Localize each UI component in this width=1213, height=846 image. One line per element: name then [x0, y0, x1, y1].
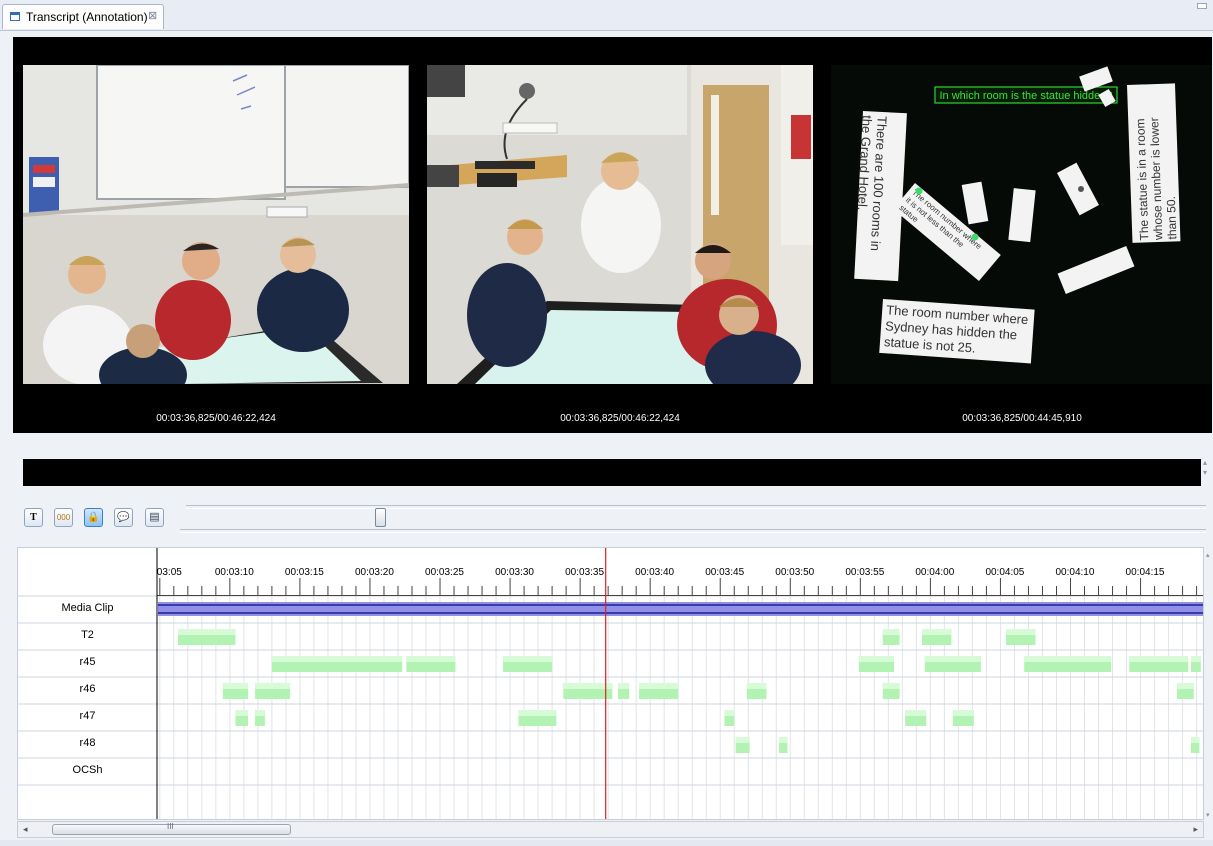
window-icon	[10, 12, 20, 21]
annotation-segment-highlight	[406, 656, 456, 662]
ruler-time-label: 00:03:25	[425, 567, 464, 578]
ruler-time-label: 00:03:15	[285, 567, 324, 578]
counter-icon: 000	[56, 513, 71, 522]
lock-icon: 🔒	[87, 512, 100, 523]
editor-tab-bar: Transcript (Annotation) ⊠	[0, 0, 1213, 31]
annotation-segment-highlight	[921, 629, 952, 635]
counter-button[interactable]: 000	[54, 508, 73, 527]
annotation-segment-highlight	[724, 710, 735, 716]
minimize-view-button[interactable]	[1197, 3, 1207, 9]
tier-label-r46[interactable]: r46	[18, 683, 157, 695]
annotation-segment-highlight	[1190, 656, 1201, 662]
window-bottom-edge	[0, 840, 1213, 846]
scroll-left-arrow-icon[interactable]: ◂	[23, 824, 28, 835]
zoom-slider-thumb[interactable]	[374, 508, 386, 527]
ruler-time-label: 00:04:15	[1126, 567, 1165, 578]
classroom-scene-1	[23, 65, 409, 384]
scroll-right-arrow-icon[interactable]: ▸	[1193, 824, 1198, 835]
tier-label-r47[interactable]: r47	[18, 710, 157, 722]
video-frame-2[interactable]	[427, 65, 813, 384]
tier-label-r45[interactable]: r45	[18, 656, 157, 668]
classroom-scene-2	[427, 65, 813, 384]
timeline-scroll-down-icon[interactable]: ▾	[1206, 811, 1210, 819]
ruler-time-label: 00:04:05	[985, 567, 1024, 578]
ruler-time-label: 00:03:55	[845, 567, 884, 578]
annotation-segment-highlight	[882, 629, 900, 635]
annotation-segment-highlight	[271, 656, 403, 662]
annotation-segment-highlight	[1176, 683, 1194, 689]
annotation-segment-highlight	[638, 683, 679, 689]
speech-bubble-icon: 💬	[117, 512, 130, 523]
tier-label-r48[interactable]: r48	[18, 737, 157, 749]
speech-bubble-button[interactable]: 💬	[114, 508, 133, 527]
video-2-timecode: 00:03:36,825/00:46:22,424	[560, 413, 680, 424]
ruler-background	[18, 548, 1203, 596]
annotation-segment-highlight	[1129, 656, 1189, 662]
ruler-time-label: 00:03:50	[775, 567, 814, 578]
ruler-time-label: 03:05	[157, 567, 182, 578]
annotation-segment-highlight	[617, 683, 630, 689]
annotation-segment-highlight	[735, 737, 750, 743]
annotation-segment-highlight	[952, 710, 974, 716]
video-frame-3-tabletop-screen[interactable]: In which room is the statue hidden? Ther…	[831, 65, 1212, 384]
annotation-segment-highlight	[503, 656, 553, 662]
annotation-segment-highlight	[905, 710, 927, 716]
tab-transcript-annotation[interactable]: Transcript (Annotation) ⊠	[2, 4, 164, 29]
slider-track-lower	[180, 529, 1206, 533]
annotation-segment-highlight	[222, 683, 249, 689]
annotation-segment-highlight	[235, 710, 249, 716]
annotation-segment-highlight	[255, 710, 265, 716]
tier-label-media-clip[interactable]: Media Clip	[18, 602, 157, 614]
tab-title: Transcript (Annotation)	[26, 10, 148, 24]
timeline-horizontal-scrollbar[interactable]: ◂ III ▸	[17, 821, 1204, 838]
ruler-time-label: 00:03:35	[565, 567, 604, 578]
annotation-segment-highlight	[746, 683, 767, 689]
tabletop-screen-capture: In which room is the statue hidden? Ther…	[831, 65, 1212, 384]
screen-question-text: In which room is the statue hidden?	[939, 90, 1112, 102]
lock-button[interactable]: 🔒	[84, 508, 103, 527]
ruler-time-label: 00:04:10	[1055, 567, 1094, 578]
timeline-scroll-up-icon[interactable]: ▴	[1206, 551, 1210, 559]
save-button[interactable]: ▤	[145, 508, 164, 527]
annotation-segment-highlight	[518, 710, 557, 716]
video-frame-1[interactable]	[23, 65, 409, 384]
video-viewer-area: In which room is the statue hidden? Ther…	[13, 37, 1212, 433]
annotation-segment-highlight	[858, 656, 894, 662]
ruler-time-label: 00:04:00	[915, 567, 954, 578]
annotation-segment-highlight	[255, 683, 291, 689]
timeline-canvas[interactable]: 03:05 00:03:10 00:03:15 00:03:20 00:03:25 00:…	[18, 548, 1204, 820]
annotation-segment-highlight	[178, 629, 236, 635]
ruler-time-label: 00:03:40	[635, 567, 674, 578]
scrollbar-grip: III	[167, 822, 174, 831]
annotation-segment-highlight	[882, 683, 900, 689]
video-3-timecode: 00:03:36,825/00:44:45,910	[962, 413, 1082, 424]
save-icon: ▤	[149, 511, 160, 523]
strip-scroll-arrows-icon[interactable]: ▴ ▾	[1203, 458, 1207, 478]
ruler-time-label: 00:03:20	[355, 567, 394, 578]
annotation-segment-highlight	[1006, 629, 1036, 635]
annotation-segment-highlight	[563, 683, 613, 689]
annotation-timeline[interactable]: 03:05 00:03:10 00:03:15 00:03:20 00:03:25 00:…	[17, 547, 1204, 820]
tab-close-icon[interactable]: ⊠	[148, 9, 157, 22]
annotation-segment-highlight	[924, 656, 981, 662]
tier-label-ocsh[interactable]: OCSh	[18, 764, 157, 776]
annotation-segment-highlight	[1190, 737, 1200, 743]
ruler-time-label: 00:03:30	[495, 567, 534, 578]
annotation-segment-highlight	[779, 737, 788, 743]
ruler-time-label: 00:03:10	[215, 567, 254, 578]
ruler-time-label: 00:03:45	[705, 567, 744, 578]
text-mode-button[interactable]: T	[24, 508, 43, 527]
video-1-timecode: 00:03:36,825/00:46:22,424	[156, 413, 276, 424]
card-2-line-3: than 50.	[1164, 196, 1180, 240]
annotation-segment-highlight	[1024, 656, 1112, 662]
tier-label-t2[interactable]: T2	[18, 629, 157, 641]
signal-viewer-strip[interactable]	[23, 459, 1201, 486]
text-mode-icon: T	[30, 512, 37, 523]
slider-track[interactable]	[186, 505, 1206, 509]
scrollbar-thumb[interactable]: III	[52, 822, 291, 835]
